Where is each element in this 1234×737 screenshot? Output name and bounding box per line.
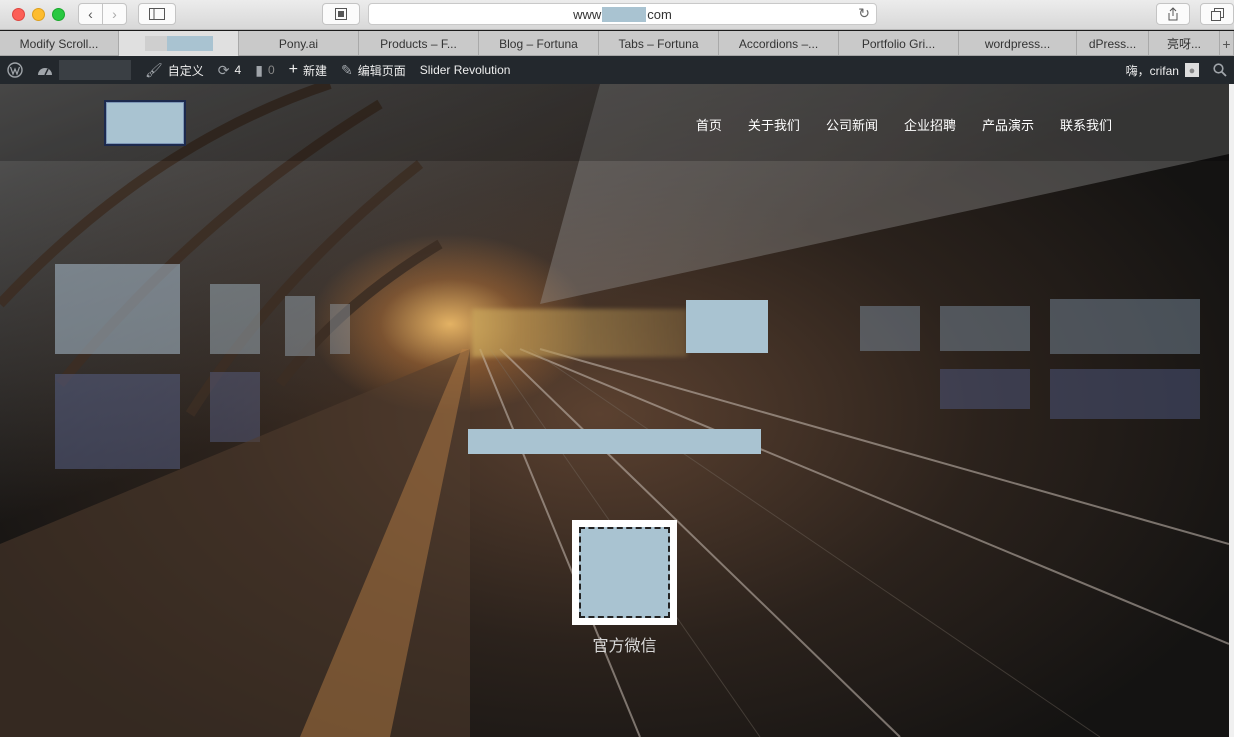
nav-item-contact[interactable]: 联系我们 xyxy=(1060,115,1112,134)
reader-icon xyxy=(335,8,347,20)
nav-item-about[interactable]: 关于我们 xyxy=(748,115,800,134)
tab[interactable]: dPress... xyxy=(1077,31,1149,56)
share-icon xyxy=(1168,7,1178,21)
url-suffix: com xyxy=(647,6,672,22)
qr-code-redaction xyxy=(579,527,670,618)
tab[interactable]: Modify Scroll... xyxy=(0,31,119,56)
wp-logo-menu[interactable] xyxy=(0,56,30,84)
zoom-window-button[interactable] xyxy=(52,8,65,21)
window-right-edge xyxy=(1229,84,1234,737)
minimize-window-button[interactable] xyxy=(32,8,45,21)
edit-page-link[interactable]: ✎ 编辑页面 xyxy=(334,56,413,84)
site-header: 首页 关于我们 公司新闻 企业招聘 产品演示 联系我们 xyxy=(0,84,1229,161)
tab-favicon-redaction xyxy=(144,36,167,51)
wechat-qr-code xyxy=(572,520,677,625)
plus-icon: + xyxy=(288,61,298,78)
reader-button[interactable] xyxy=(322,3,360,25)
wp-admin-bar: 🖌 自定义 ⟳ 4 ▮ 0 + 新建 ✎ 编辑页面 Slider Revolut… xyxy=(0,56,1234,84)
tab[interactable]: wordpress... xyxy=(959,31,1077,56)
nav-item-careers[interactable]: 企业招聘 xyxy=(904,115,956,134)
site-name-menu[interactable] xyxy=(30,56,138,84)
avatar: ● xyxy=(1185,63,1199,77)
address-bar[interactable]: www com ↻ xyxy=(368,3,877,25)
comments-link[interactable]: ▮ 0 xyxy=(248,56,281,84)
tab[interactable]: Portfolio Gri... xyxy=(839,31,959,56)
tab-active[interactable] xyxy=(119,31,239,56)
back-button[interactable]: ‹ xyxy=(78,3,103,25)
new-content-menu[interactable]: + 新建 xyxy=(282,56,334,84)
plus-icon: + xyxy=(1222,35,1231,52)
sidebar-toggle-button[interactable] xyxy=(138,3,176,25)
admin-bar-secondary: 嗨，crifan ● xyxy=(1119,56,1234,84)
brush-icon: 🖌 xyxy=(145,61,163,78)
hero-title-redaction xyxy=(686,300,768,353)
site-name-redaction xyxy=(59,60,131,80)
show-tabs-button[interactable] xyxy=(1200,3,1234,25)
customize-link[interactable]: 🖌 自定义 xyxy=(138,56,211,84)
admin-search[interactable] xyxy=(1206,56,1234,84)
dashboard-icon xyxy=(38,68,52,76)
window-titlebar: ‹ › www com ↻ xyxy=(0,0,1234,30)
tab[interactable]: Blog – Fortuna xyxy=(479,31,599,56)
slider-revolution-menu[interactable]: Slider Revolution xyxy=(413,56,518,84)
main-navigation: 首页 关于我们 公司新闻 企业招聘 产品演示 联系我们 xyxy=(696,115,1112,134)
comment-bubble-icon: ▮ xyxy=(255,61,263,78)
close-window-button[interactable] xyxy=(12,8,25,21)
tab-strip: Modify Scroll... Pony.ai Products – F...… xyxy=(0,31,1234,56)
search-icon xyxy=(1213,63,1227,77)
tab[interactable]: Products – F... xyxy=(359,31,479,56)
hero-title-blurred xyxy=(472,309,687,357)
forward-button[interactable]: › xyxy=(102,3,127,25)
wordpress-logo-icon xyxy=(7,62,23,78)
tab[interactable]: 亮呀... xyxy=(1149,31,1220,56)
tab[interactable]: Accordions –... xyxy=(719,31,839,56)
tabs-overview-icon xyxy=(1210,7,1224,21)
chevron-left-icon: ‹ xyxy=(88,6,93,22)
url-prefix: www xyxy=(573,6,602,22)
user-silhouette-icon: ● xyxy=(1188,65,1196,77)
site-logo[interactable] xyxy=(104,100,186,146)
chevron-right-icon: › xyxy=(112,6,117,22)
reload-icon[interactable]: ↻ xyxy=(858,5,870,22)
updates-link[interactable]: ⟳ 4 xyxy=(211,56,248,84)
tab[interactable]: Tabs – Fortuna xyxy=(599,31,719,56)
share-button[interactable] xyxy=(1156,3,1190,25)
nav-item-news[interactable]: 公司新闻 xyxy=(826,115,878,134)
nav-item-products[interactable]: 产品演示 xyxy=(982,115,1034,134)
my-account-menu[interactable]: 嗨，crifan ● xyxy=(1119,56,1206,84)
hero-slider: 首页 关于我们 公司新闻 企业招聘 产品演示 联系我们 官方微信 xyxy=(0,84,1229,737)
pencil-icon: ✎ xyxy=(340,61,353,78)
tab[interactable]: Pony.ai xyxy=(239,31,359,56)
new-tab-button[interactable]: + xyxy=(1220,31,1234,56)
updates-icon: ⟳ xyxy=(217,61,230,78)
url-redaction xyxy=(602,6,647,22)
nav-item-home[interactable]: 首页 xyxy=(696,115,722,134)
sidebar-icon xyxy=(149,8,165,20)
hero-subtitle-redaction xyxy=(468,429,761,454)
tab-title-redaction xyxy=(166,36,213,51)
qr-caption: 官方微信 xyxy=(592,638,657,655)
